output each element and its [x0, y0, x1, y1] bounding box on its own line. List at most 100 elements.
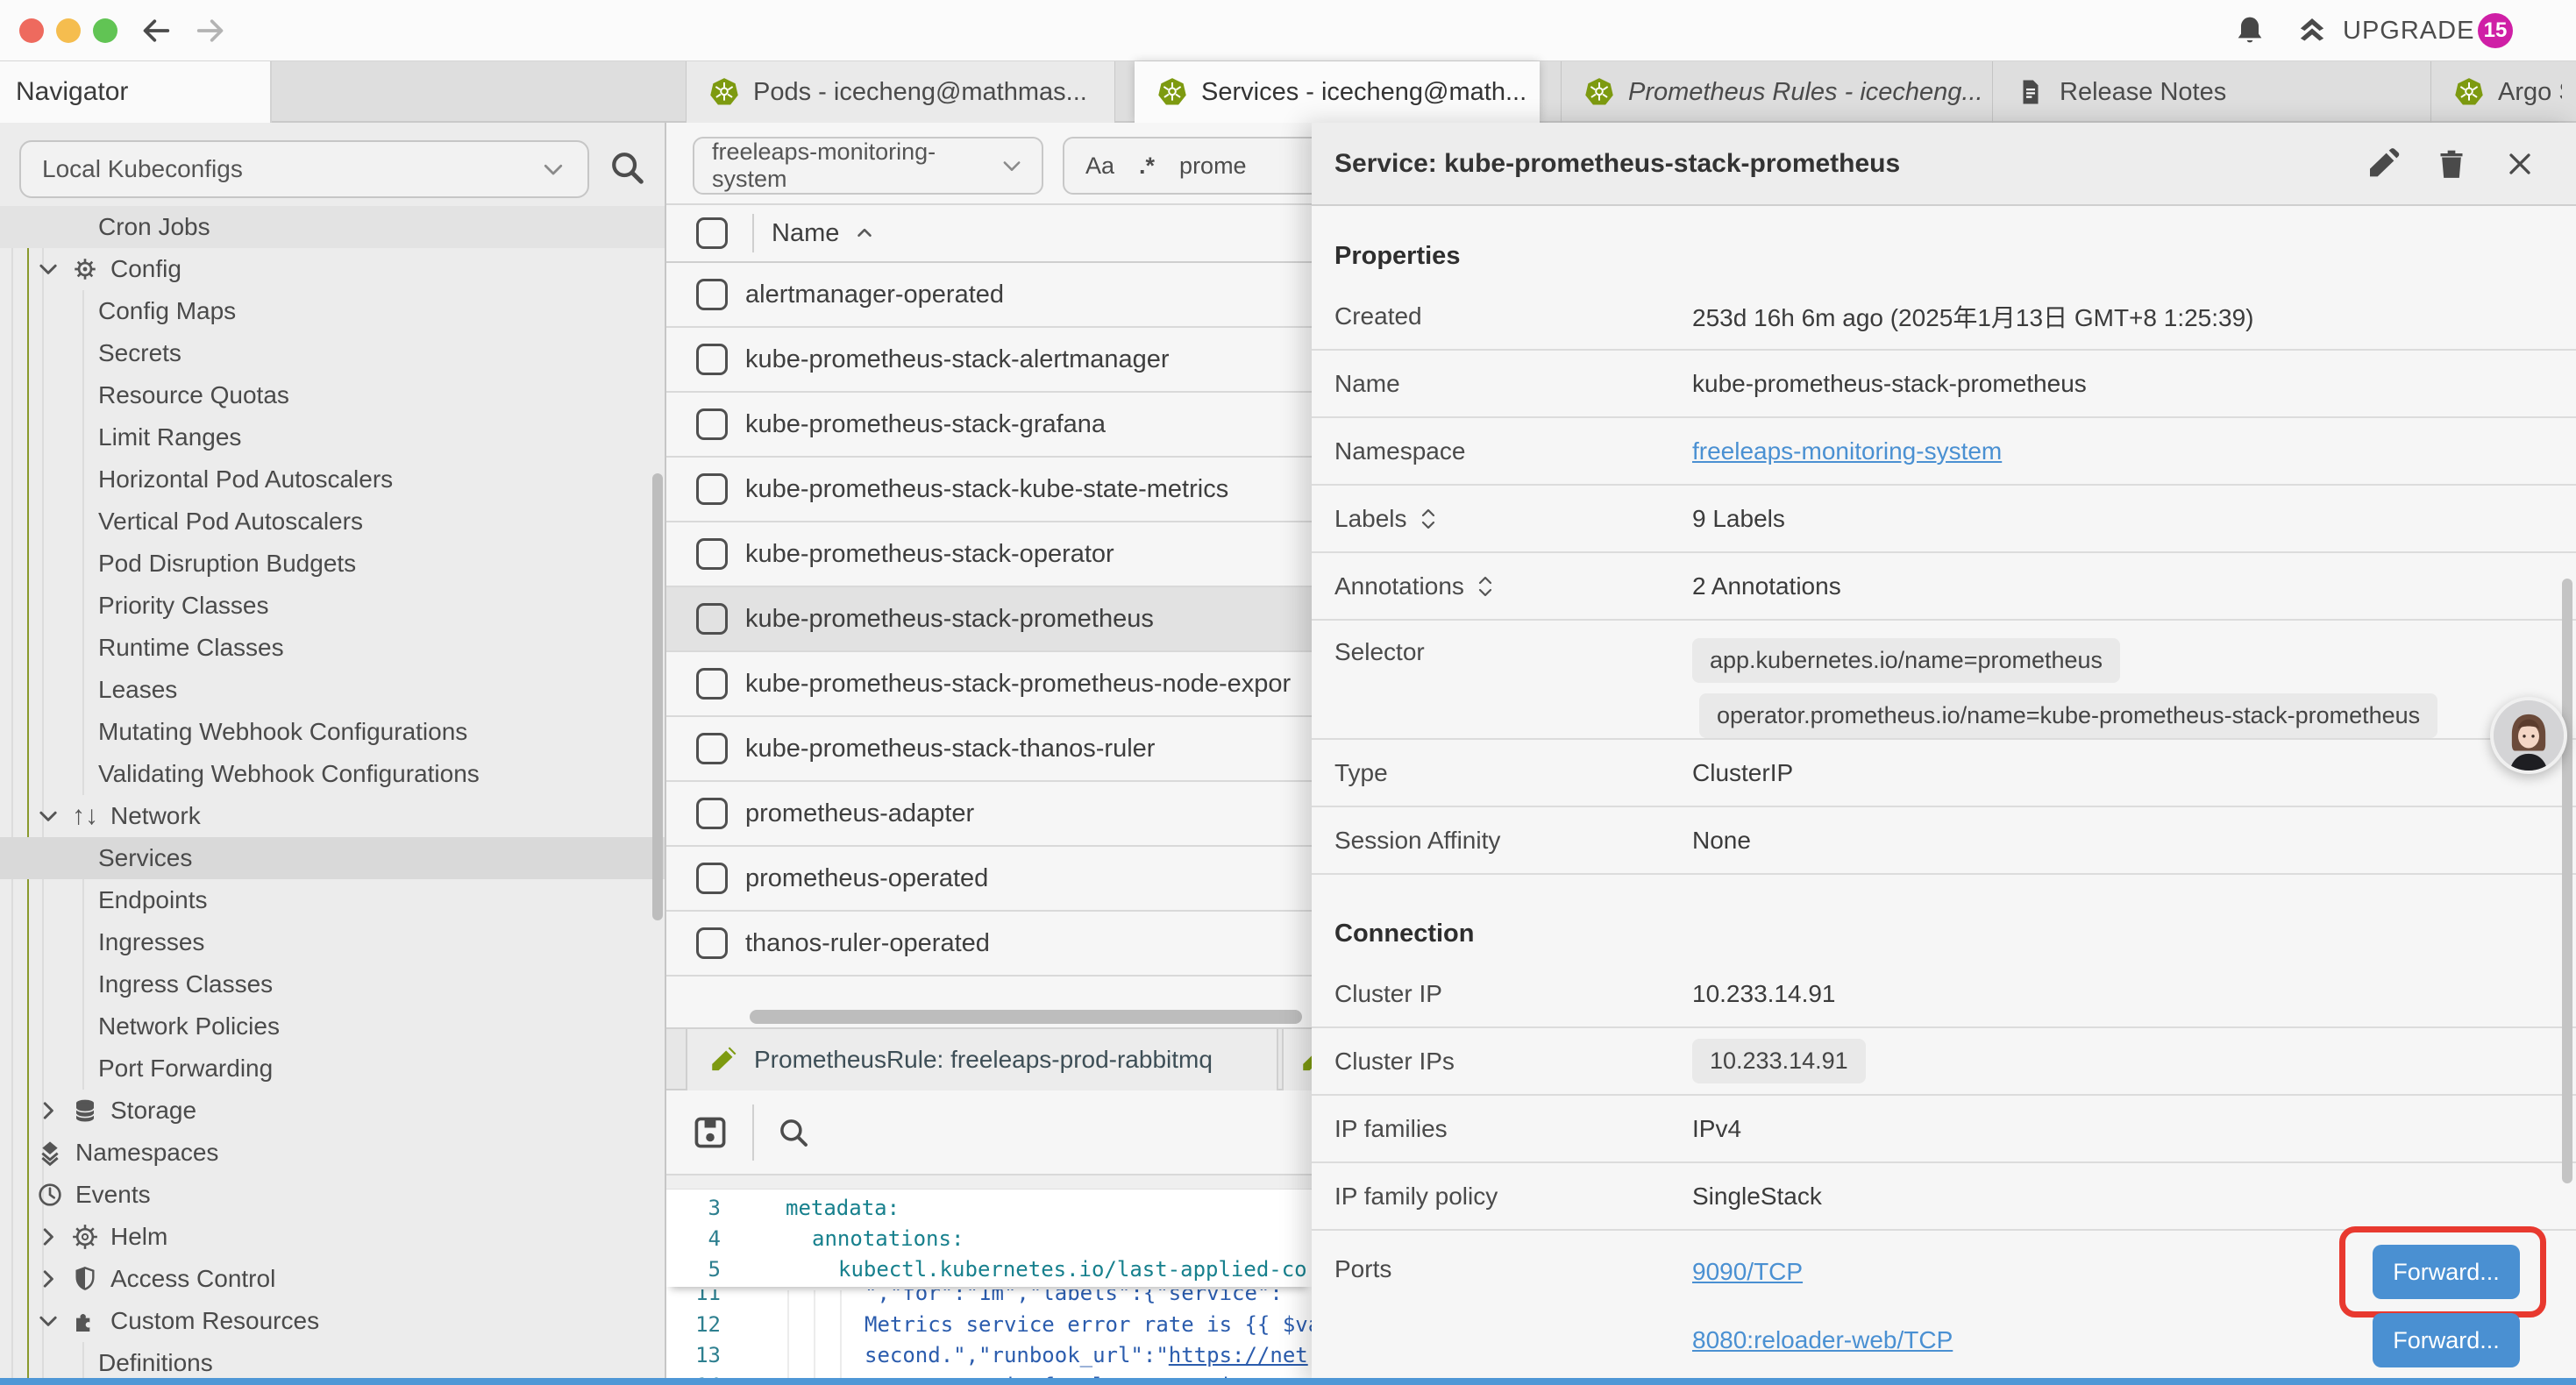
forward-button[interactable]: Forward... [2373, 1245, 2520, 1299]
table-row-prometheus-adapter[interactable]: prometheus-adapter [666, 782, 1312, 847]
port-link[interactable]: 9090/TCP [1692, 1258, 1803, 1286]
code-link[interactable]: https://net [1169, 1343, 1308, 1367]
sidebar-item-services[interactable]: Services [0, 837, 666, 879]
notifications-bell-icon[interactable] [2232, 13, 2267, 48]
sidebar-item-mutating-webhook-configurations[interactable]: Mutating Webhook Configurations [0, 711, 666, 753]
chevron-down-icon[interactable] [35, 256, 61, 282]
table-row-kube-prometheus-stack-grafana[interactable]: kube-prometheus-stack-grafana [666, 393, 1312, 458]
select-all-checkbox[interactable] [696, 217, 728, 249]
row-checkbox[interactable] [696, 863, 728, 894]
sidebar-item-namespaces[interactable]: Namespaces [0, 1132, 666, 1174]
editor-tab-prometheusrule[interactable]: PrometheusRule: freeleaps-prod-rabbitmq [686, 1029, 1278, 1090]
sidebar-item-ingress-classes[interactable]: Ingress Classes [0, 963, 666, 1005]
chevron-down-icon[interactable] [35, 803, 61, 829]
sidebar-item-priority-classes[interactable]: Priority Classes [0, 585, 666, 627]
tab-label: Prometheus Rules - icecheng... [1628, 78, 1983, 107]
sidebar-item-helm[interactable]: Helm [0, 1216, 666, 1258]
namespace-selector[interactable]: freeleaps-monitoring-system [693, 137, 1043, 195]
row-checkbox[interactable] [696, 279, 728, 310]
upgrade-button[interactable]: UPGRADE [2294, 11, 2474, 50]
table-row-kube-prometheus-stack-kube-state-metrics[interactable]: kube-prometheus-stack-kube-state-metrics [666, 458, 1312, 522]
table-row-kube-prometheus-stack-alertmanager[interactable]: kube-prometheus-stack-alertmanager [666, 328, 1312, 393]
row-checkbox[interactable] [696, 473, 728, 505]
back-icon[interactable] [139, 13, 174, 48]
close-icon[interactable] [2502, 146, 2537, 181]
sidebar-item-pod-disruption-budgets[interactable]: Pod Disruption Budgets [0, 543, 666, 585]
horizontal-scrollbar[interactable] [666, 1006, 1312, 1029]
yaml-editor[interactable]: 11","for":"1m","labels":{"service":12Met… [666, 1190, 1312, 1385]
sidebar-item-network-policies[interactable]: Network Policies [0, 1005, 666, 1048]
sidebar-item-leases[interactable]: Leases [0, 669, 666, 711]
sidebar-item-horizontal-pod-autoscalers[interactable]: Horizontal Pod Autoscalers [0, 458, 666, 501]
row-checkbox[interactable] [696, 668, 728, 700]
avatar[interactable] [2490, 697, 2567, 774]
table-row-kube-prometheus-stack-prometheus-node-expor[interactable]: kube-prometheus-stack-prometheus-node-ex… [666, 652, 1312, 717]
caret-updown-icon[interactable] [1420, 506, 1437, 532]
sidebar-item-network[interactable]: ↑↓Network [0, 795, 666, 837]
sidebar-item-storage[interactable]: Storage [0, 1090, 666, 1132]
filter-input[interactable]: Aa .* prome [1063, 137, 1312, 195]
sidebar-item-limit-ranges[interactable]: Limit Ranges [0, 416, 666, 458]
sidebar-item-port-forwarding[interactable]: Port Forwarding [0, 1048, 666, 1090]
kubeconfig-selector[interactable]: Local Kubeconfigs [19, 140, 589, 198]
table-row-thanos-ruler-operated[interactable]: thanos-ruler-operated [666, 912, 1312, 977]
panel-scrollbar[interactable] [2562, 579, 2572, 1183]
forward-button[interactable]: Forward... [2373, 1313, 2520, 1367]
close-window-button[interactable] [19, 18, 44, 43]
minimize-window-button[interactable] [56, 18, 81, 43]
row-checkbox[interactable] [696, 344, 728, 375]
notification-count-badge[interactable]: 15 [2478, 13, 2513, 48]
tab-prometheus-rules-icecheng[interactable]: Prometheus Rules - icecheng... [1561, 61, 1992, 123]
sidebar-item-events[interactable]: Events [0, 1174, 666, 1216]
sidebar-item-ingresses[interactable]: Ingresses [0, 921, 666, 963]
sidebar-item-runtime-classes[interactable]: Runtime Classes [0, 627, 666, 669]
sidebar-item-secrets[interactable]: Secrets [0, 332, 666, 374]
table-row-kube-prometheus-stack-prometheus[interactable]: kube-prometheus-stack-prometheus [666, 587, 1312, 652]
port-link[interactable]: 8080:reloader-web/TCP [1692, 1326, 1953, 1354]
row-checkbox[interactable] [696, 538, 728, 570]
search-icon[interactable] [607, 147, 647, 188]
chevron-right-icon[interactable] [35, 1224, 61, 1250]
tab-navigator[interactable]: Navigator [0, 61, 272, 123]
sidebar-item-cron-jobs[interactable]: Cron Jobs [0, 206, 666, 248]
table-row-alertmanager-operated[interactable]: alertmanager-operated [666, 263, 1312, 328]
sidebar-item-config[interactable]: Config [0, 248, 666, 290]
editor-search-icon[interactable] [775, 1114, 812, 1151]
chevron-right-icon[interactable] [35, 1266, 61, 1292]
regex-toggle[interactable]: .* [1139, 153, 1155, 180]
tab-pods-icecheng-mathmas[interactable]: Pods - icecheng@mathmas... [686, 61, 1115, 123]
row-checkbox[interactable] [696, 798, 728, 829]
sidebar-item-access-control[interactable]: Access Control [0, 1258, 666, 1300]
table-row-kube-prometheus-stack-thanos-ruler[interactable]: kube-prometheus-stack-thanos-ruler [666, 717, 1312, 782]
sidebar-item-endpoints[interactable]: Endpoints [0, 879, 666, 921]
column-header-name[interactable]: Name [772, 219, 876, 248]
sidebar-item-custom-resources[interactable]: Custom Resources [0, 1300, 666, 1342]
chevron-right-icon[interactable] [35, 1097, 61, 1124]
sidebar-item-validating-webhook-configurations[interactable]: Validating Webhook Configurations [0, 753, 666, 795]
tab-argo-se[interactable]: Argo Se [2430, 61, 2562, 123]
edit-pencil-icon[interactable] [2366, 146, 2401, 181]
row-checkbox[interactable] [696, 733, 728, 764]
sidebar-item-config-maps[interactable]: Config Maps [0, 290, 666, 332]
row-checkbox[interactable] [696, 603, 728, 635]
match-case-toggle[interactable]: Aa [1085, 153, 1114, 180]
row-checkbox[interactable] [696, 408, 728, 440]
chevron-down-icon[interactable] [35, 1308, 61, 1334]
sidebar-item-vertical-pod-autoscalers[interactable]: Vertical Pod Autoscalers [0, 501, 666, 543]
forward-icon[interactable] [193, 13, 228, 48]
delete-trash-icon[interactable] [2434, 146, 2469, 181]
property-value-link[interactable]: freeleaps-monitoring-system [1692, 437, 2002, 465]
tab-services-icecheng-math[interactable]: Services - icecheng@math... [1135, 61, 1540, 123]
caret-updown-icon[interactable] [1477, 573, 1494, 600]
editor-tab-next[interactable] [1282, 1029, 1312, 1090]
tab-release-notes[interactable]: Release Notes [1992, 61, 2430, 123]
save-icon[interactable] [691, 1113, 729, 1152]
code-text: ","for":"1m","labels":{"service": [865, 1289, 1283, 1305]
table-row-prometheus-operated[interactable]: prometheus-operated [666, 847, 1312, 912]
kubernetes-icon [709, 77, 739, 107]
maximize-window-button[interactable] [93, 18, 117, 43]
sidebar-item-resource-quotas[interactable]: Resource Quotas [0, 374, 666, 416]
row-checkbox[interactable] [696, 927, 728, 959]
sidebar-scrollbar[interactable] [652, 473, 663, 920]
table-row-kube-prometheus-stack-operator[interactable]: kube-prometheus-stack-operator [666, 522, 1312, 587]
